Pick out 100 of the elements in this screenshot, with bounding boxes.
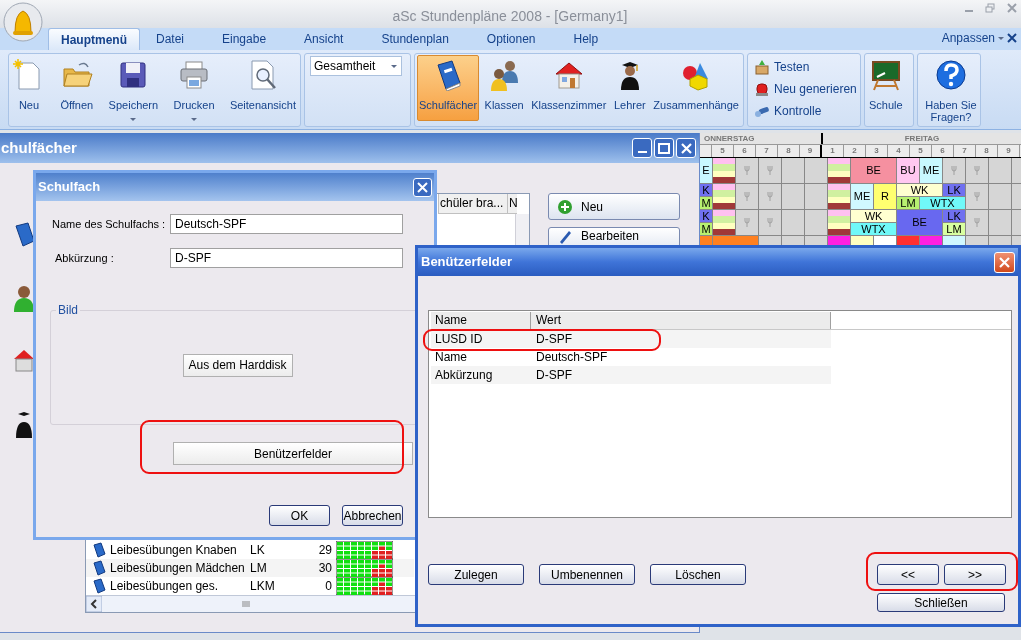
lesson-cell[interactable]: LM <box>943 223 965 235</box>
timetable-cell[interactable] <box>805 210 827 235</box>
minimize-button[interactable] <box>632 138 652 158</box>
lesson-cell[interactable]: LM <box>897 197 919 209</box>
close-button[interactable] <box>994 251 1015 273</box>
timetable-cell[interactable] <box>782 158 804 183</box>
lesson-cell[interactable] <box>713 176 735 183</box>
ribbon-button[interactable]: Speichern <box>106 55 161 125</box>
lesson-cell[interactable] <box>828 170 850 177</box>
menu-tab[interactable]: Help <box>561 28 611 50</box>
dialog-button[interactable]: Abbrechen <box>342 505 403 526</box>
lesson-cell[interactable]: WK <box>851 210 896 222</box>
lesson-cell[interactable]: K <box>700 210 712 222</box>
lesson-cell[interactable] <box>828 158 850 165</box>
lesson-cell[interactable] <box>713 222 735 229</box>
timetable-cell[interactable] <box>966 158 988 183</box>
table-row[interactable]: LUSD ID D-SPF <box>431 330 831 348</box>
lesson-cell[interactable] <box>713 170 735 177</box>
lesson-cell[interactable] <box>713 196 735 203</box>
timetable-cell[interactable] <box>966 184 988 209</box>
lesson-cell[interactable] <box>828 196 850 203</box>
lesson-cell[interactable]: WK <box>897 184 942 196</box>
dialog-button[interactable]: Löschen <box>650 564 746 585</box>
timetable-cell[interactable] <box>759 158 781 183</box>
timetable-cell[interactable] <box>989 184 1011 209</box>
ribbon-button[interactable]: Kontrolle <box>754 101 860 120</box>
menu-tab[interactable]: Optionen <box>474 28 548 50</box>
lesson-cell[interactable] <box>828 190 850 197</box>
nav-button[interactable]: >> <box>944 564 1006 585</box>
lesson-cell[interactable] <box>713 216 735 223</box>
scrollbar[interactable] <box>515 214 529 245</box>
ribbon-button[interactable]: Schule <box>867 55 905 114</box>
lesson-cell[interactable] <box>713 164 735 171</box>
close-dialog-button[interactable]: Schließen <box>877 593 1005 612</box>
lesson-cell[interactable] <box>713 202 735 209</box>
dialog-button[interactable]: Umbenennen <box>539 564 635 585</box>
ribbon-button[interactable]: Drucken <box>171 55 217 125</box>
lesson-cell[interactable]: R <box>874 184 896 209</box>
ribbon-button[interactable]: Testen <box>754 57 860 76</box>
column-header[interactable]: N <box>508 194 517 214</box>
lesson-cell[interactable]: WTX <box>851 223 896 235</box>
scope-dropdown[interactable]: Gesamtheit <box>310 56 402 76</box>
close-button[interactable] <box>676 138 696 158</box>
lesson-cell[interactable]: K <box>700 184 712 196</box>
ribbon-button[interactable]: Haben Sie Fragen? <box>920 55 982 126</box>
lesson-cell[interactable] <box>828 228 850 235</box>
list-row[interactable]: Leibesübungen Mädchen LM 30 <box>86 559 414 577</box>
lesson-cell[interactable] <box>828 164 850 171</box>
lesson-cell[interactable]: ME <box>920 158 942 183</box>
timetable-cell[interactable] <box>759 210 781 235</box>
lesson-cell[interactable] <box>828 176 850 183</box>
timetable-cell[interactable] <box>736 184 758 209</box>
lesson-cell[interactable]: LK <box>943 184 965 196</box>
timetable-cell[interactable] <box>943 158 965 183</box>
lesson-cell[interactable]: BE <box>851 158 896 183</box>
text-field[interactable]: Deutsch-SPF <box>170 214 403 234</box>
timetable-cell[interactable] <box>805 184 827 209</box>
text-field[interactable]: D-SPF <box>170 248 403 268</box>
timetable-cell[interactable] <box>989 210 1011 235</box>
lesson-cell[interactable] <box>713 184 735 191</box>
timetable-cell[interactable] <box>989 158 1011 183</box>
lesson-cell[interactable] <box>713 190 735 197</box>
ribbon-button[interactable]: Klassen <box>482 55 526 114</box>
lesson-cell[interactable]: ME <box>851 184 873 209</box>
ribbon-button[interactable]: Zusammenhänge <box>651 55 741 114</box>
timetable-cell[interactable] <box>782 210 804 235</box>
ribbon-button[interactable]: Seitenansicht <box>227 55 298 114</box>
lesson-cell[interactable]: WTX <box>920 197 965 209</box>
menu-tab[interactable]: Stundenplan <box>369 28 461 50</box>
menu-tab[interactable]: Hauptmenü <box>48 28 140 50</box>
dialog-button[interactable]: OK <box>269 505 330 526</box>
lesson-cell[interactable] <box>828 184 850 191</box>
ribbon-button[interactable]: Neu <box>11 55 47 114</box>
lesson-cell[interactable]: M <box>700 197 712 209</box>
customize-button[interactable]: Anpassen <box>941 29 1005 47</box>
dialog-button[interactable]: Zulegen <box>428 564 524 585</box>
column-header[interactable]: chüler bra... <box>438 194 508 214</box>
lesson-cell[interactable]: M <box>700 223 712 235</box>
ribbon-button[interactable]: Klassenzimmer <box>529 55 609 114</box>
column-header[interactable]: Wert <box>531 312 831 329</box>
timetable-cell[interactable] <box>736 158 758 183</box>
lesson-cell[interactable]: BU <box>897 158 919 183</box>
lesson-cell[interactable] <box>828 216 850 223</box>
action-button[interactable]: Neu <box>548 193 680 220</box>
lesson-cell[interactable]: E <box>700 158 712 183</box>
timetable-cell[interactable] <box>805 158 827 183</box>
lesson-cell[interactable]: LK <box>943 210 965 222</box>
lesson-cell[interactable] <box>713 158 735 165</box>
timetable-cell[interactable] <box>759 184 781 209</box>
close-button[interactable] <box>413 177 432 197</box>
lesson-cell[interactable] <box>828 222 850 229</box>
lesson-cell[interactable] <box>828 210 850 217</box>
lesson-cell[interactable] <box>713 228 735 235</box>
ribbon-button[interactable]: Neu generieren <box>754 79 860 98</box>
maximize-button[interactable] <box>654 138 674 158</box>
menu-tab[interactable]: Eingabe <box>210 28 279 50</box>
ribbon-button[interactable]: Öffnen <box>58 55 96 114</box>
nav-button[interactable]: << <box>877 564 939 585</box>
image-button[interactable]: Aus dem Harddisk <box>182 353 293 377</box>
table-row[interactable]: Abkürzung D-SPF <box>431 366 831 384</box>
